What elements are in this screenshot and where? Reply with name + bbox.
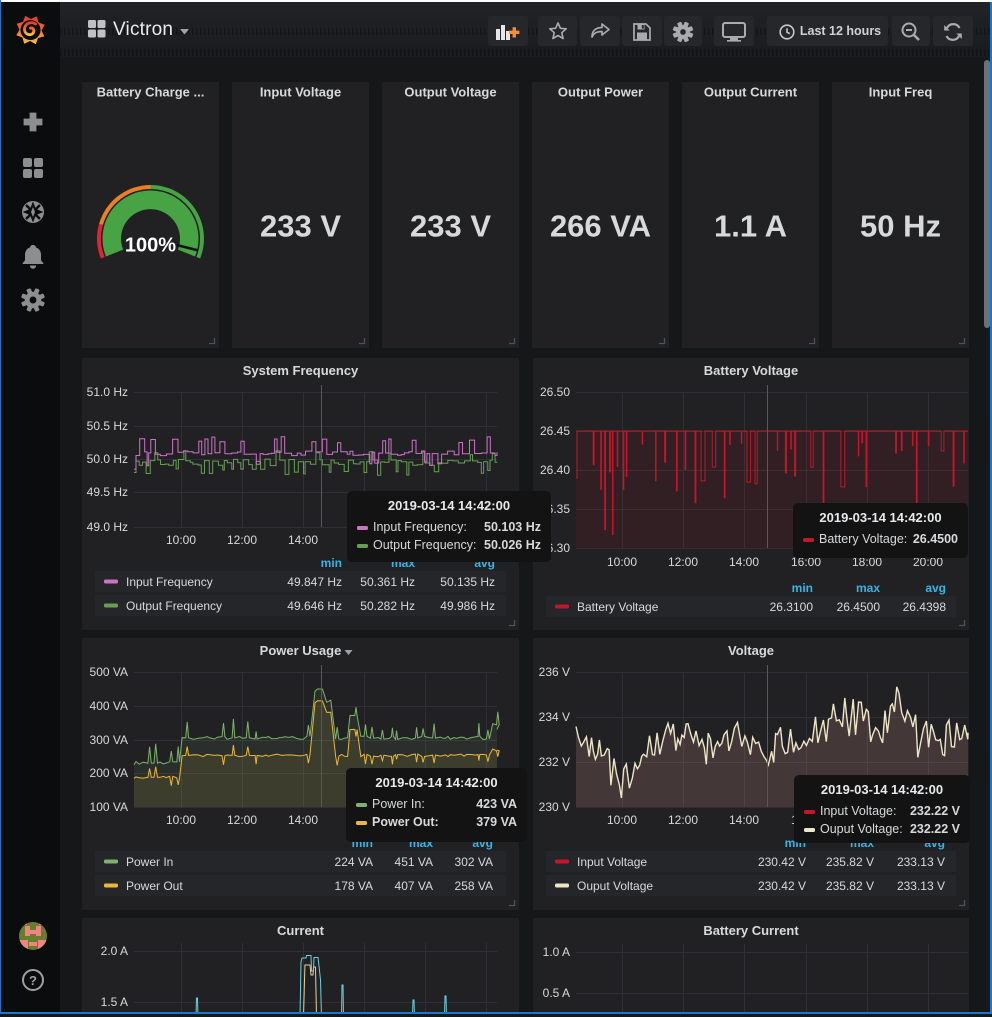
svg-text:Input Voltage: Input Voltage xyxy=(577,855,647,869)
svg-text:Power Out: Power Out xyxy=(126,879,183,893)
svg-text:Ouput Voltage: Ouput Voltage xyxy=(577,879,653,893)
svg-text:max: max xyxy=(856,581,880,595)
svg-text:232 V: 232 V xyxy=(539,755,570,769)
svg-text:49.986 Hz: 49.986 Hz xyxy=(440,599,495,613)
svg-text:avg: avg xyxy=(925,581,946,595)
svg-text:233 V: 233 V xyxy=(410,209,491,244)
svg-text:233.13 V: 233.13 V xyxy=(897,855,945,869)
svg-text:302 VA: 302 VA xyxy=(455,855,493,869)
svg-text:26.4500: 26.4500 xyxy=(837,600,881,614)
svg-text:178 VA: 178 VA xyxy=(335,879,373,893)
svg-text:0.5 A: 0.5 A xyxy=(543,986,570,1000)
svg-text:Power In: Power In xyxy=(126,855,173,869)
svg-text:1.0 A: 1.0 A xyxy=(543,945,570,959)
svg-text:230.42 V: 230.42 V xyxy=(758,855,806,869)
svg-text:236 V: 236 V xyxy=(539,665,570,679)
svg-text:Output Power: Output Power xyxy=(558,85,643,100)
svg-text:14:00: 14:00 xyxy=(288,813,318,827)
svg-text:230.42 V: 230.42 V xyxy=(758,879,806,893)
svg-text:233.13 V: 233.13 V xyxy=(897,879,945,893)
svg-text:1.5 A: 1.5 A xyxy=(101,995,128,1009)
svg-text:Battery Current: Battery Current xyxy=(703,923,799,938)
svg-text:49.0 Hz: 49.0 Hz xyxy=(87,520,128,534)
svg-text:14:00: 14:00 xyxy=(729,813,759,827)
svg-text:50.361 Hz: 50.361 Hz xyxy=(360,575,415,589)
svg-text:10:00: 10:00 xyxy=(607,555,637,569)
svg-text:26.4398: 26.4398 xyxy=(903,600,947,614)
svg-text:14:00: 14:00 xyxy=(288,533,318,547)
svg-text:51.0 Hz: 51.0 Hz xyxy=(87,385,128,399)
svg-text:12:00: 12:00 xyxy=(668,813,698,827)
svg-text:System Frequency: System Frequency xyxy=(243,363,359,378)
svg-text:200 VA: 200 VA xyxy=(90,766,128,780)
svg-text:300 VA: 300 VA xyxy=(90,733,128,747)
svg-text:49.5 Hz: 49.5 Hz xyxy=(87,485,128,499)
svg-text:233 V: 233 V xyxy=(260,209,341,244)
svg-text:50 Hz: 50 Hz xyxy=(860,209,941,244)
svg-text:100 VA: 100 VA xyxy=(90,800,128,814)
svg-text:Battery Voltage: Battery Voltage xyxy=(577,600,659,614)
svg-text:235.82 V: 235.82 V xyxy=(826,879,874,893)
svg-text:1.1 A: 1.1 A xyxy=(714,209,787,244)
svg-text:100%: 100% xyxy=(125,235,176,257)
svg-text:26.45: 26.45 xyxy=(540,424,570,438)
svg-text:Input Freq: Input Freq xyxy=(869,85,933,100)
svg-text:Output Frequency: Output Frequency xyxy=(126,599,222,613)
svg-text:50.0 Hz: 50.0 Hz xyxy=(87,452,128,466)
svg-text:451 VA: 451 VA xyxy=(395,855,433,869)
svg-text:224 VA: 224 VA xyxy=(335,855,373,869)
svg-text:258 VA: 258 VA xyxy=(455,879,493,893)
svg-text:50.282 Hz: 50.282 Hz xyxy=(360,599,415,613)
svg-text:50.5 Hz: 50.5 Hz xyxy=(87,419,128,433)
svg-text:?: ? xyxy=(29,973,37,988)
svg-text:Input Frequency: Input Frequency xyxy=(126,575,213,589)
svg-text:Input Voltage: Input Voltage xyxy=(260,85,341,100)
svg-text:12:00: 12:00 xyxy=(227,533,257,547)
svg-text:Power Usage: Power Usage xyxy=(260,643,342,658)
svg-text:10:00: 10:00 xyxy=(166,533,196,547)
svg-text:49.646 Hz: 49.646 Hz xyxy=(287,599,342,613)
svg-text:12:00: 12:00 xyxy=(668,555,698,569)
svg-text:266 VA: 266 VA xyxy=(550,209,651,244)
svg-text:49.847 Hz: 49.847 Hz xyxy=(287,575,342,589)
svg-text:min: min xyxy=(792,581,813,595)
svg-text:26.50: 26.50 xyxy=(540,385,570,399)
svg-text:234 V: 234 V xyxy=(539,710,570,724)
svg-text:230 V: 230 V xyxy=(539,800,570,814)
svg-text:500 VA: 500 VA xyxy=(90,665,128,679)
svg-text:Battery Charge ...: Battery Charge ... xyxy=(97,85,205,100)
svg-text:10:00: 10:00 xyxy=(166,813,196,827)
svg-text:Current: Current xyxy=(277,923,325,938)
svg-text:50.135 Hz: 50.135 Hz xyxy=(440,575,495,589)
svg-text:407 VA: 407 VA xyxy=(395,879,433,893)
svg-text:10:00: 10:00 xyxy=(607,813,637,827)
svg-text:26.40: 26.40 xyxy=(540,463,570,477)
svg-text:Output Voltage: Output Voltage xyxy=(404,85,496,100)
svg-text:Voltage: Voltage xyxy=(728,643,774,658)
svg-text:12:00: 12:00 xyxy=(227,813,257,827)
svg-text:min: min xyxy=(321,556,342,570)
svg-text:2.0 A: 2.0 A xyxy=(101,944,128,958)
svg-text:235.82 V: 235.82 V xyxy=(826,855,874,869)
svg-text:400 VA: 400 VA xyxy=(90,699,128,713)
svg-text:14:00: 14:00 xyxy=(729,555,759,569)
svg-text:Battery Voltage: Battery Voltage xyxy=(704,363,798,378)
svg-text:Output Current: Output Current xyxy=(704,85,798,100)
svg-text:26.3100: 26.3100 xyxy=(770,600,814,614)
